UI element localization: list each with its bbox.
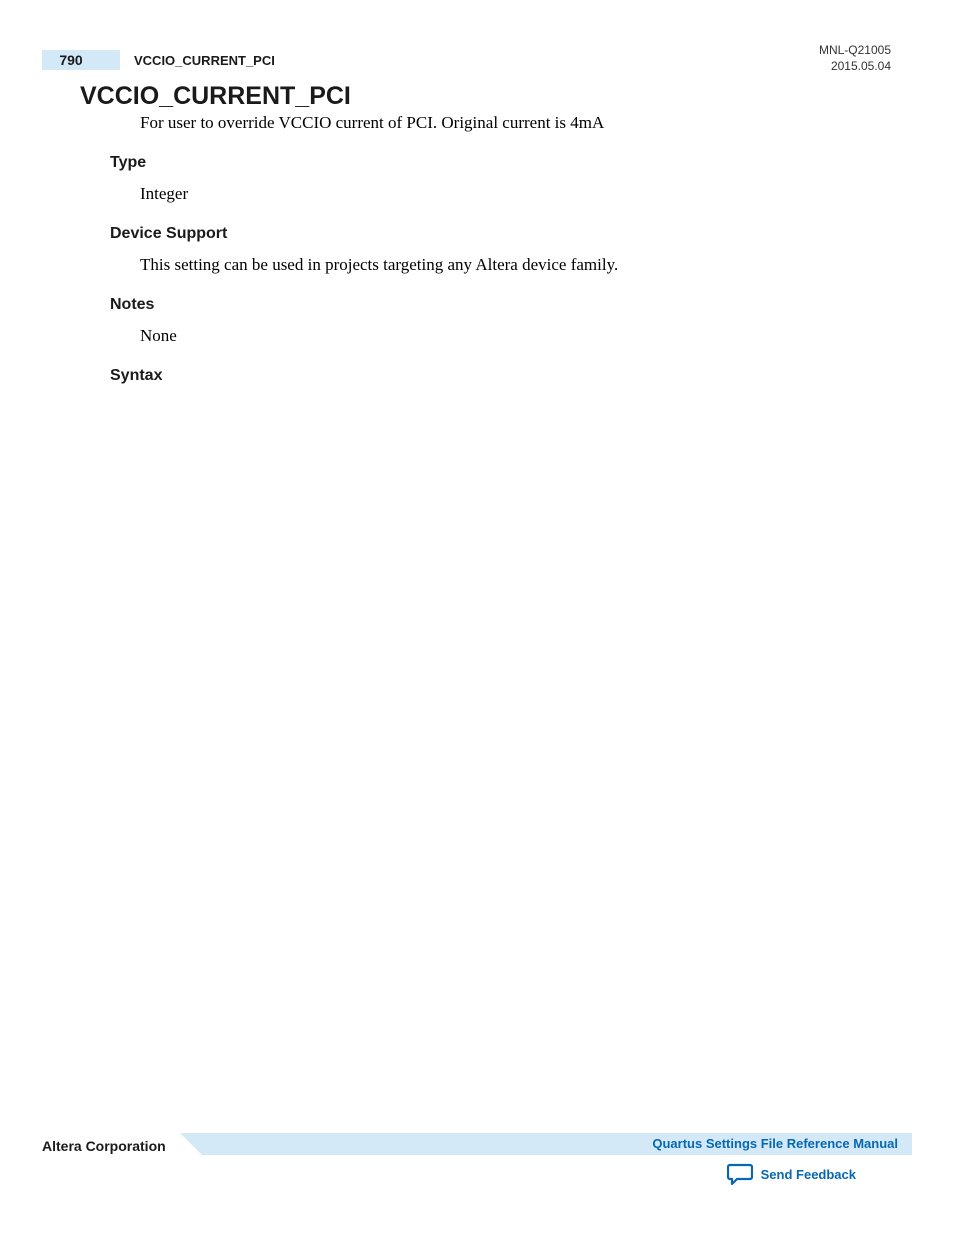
type-body: Integer: [140, 184, 188, 204]
send-feedback-link[interactable]: Send Feedback: [727, 1163, 856, 1185]
page-header: 790 VCCIO_CURRENT_PCI MNL-Q21005 2015.05…: [0, 42, 954, 72]
intro-text: For user to override VCCIO current of PC…: [140, 113, 604, 133]
section-device-support: Device Support This setting can be used …: [110, 225, 618, 275]
type-heading: Type: [110, 154, 188, 172]
page-number: 790: [59, 52, 82, 68]
section-notes: Notes None: [110, 296, 177, 346]
feedback-icon: [727, 1163, 753, 1185]
footer-bar: Quartus Settings File Reference Manual: [202, 1133, 912, 1155]
manual-link[interactable]: Quartus Settings File Reference Manual: [652, 1136, 898, 1151]
header-section-title: VCCIO_CURRENT_PCI: [134, 53, 275, 68]
section-type: Type Integer: [110, 154, 188, 204]
device-support-heading: Device Support: [110, 225, 618, 243]
page-number-box: 790: [42, 50, 120, 70]
syntax-heading: Syntax: [110, 367, 162, 385]
company-name: Altera Corporation: [42, 1138, 166, 1154]
device-support-body: This setting can be used in projects tar…: [140, 255, 618, 275]
document-id-block: MNL-Q21005 2015.05.04: [819, 42, 891, 74]
notes-body: None: [140, 326, 177, 346]
document-date: 2015.05.04: [819, 58, 891, 74]
notes-heading: Notes: [110, 296, 177, 314]
document-id: MNL-Q21005: [819, 42, 891, 58]
page-footer: Altera Corporation Quartus Settings File…: [0, 1133, 954, 1161]
main-heading: VCCIO_CURRENT_PCI: [80, 82, 351, 111]
section-syntax: Syntax: [110, 367, 162, 397]
feedback-label: Send Feedback: [761, 1167, 856, 1182]
